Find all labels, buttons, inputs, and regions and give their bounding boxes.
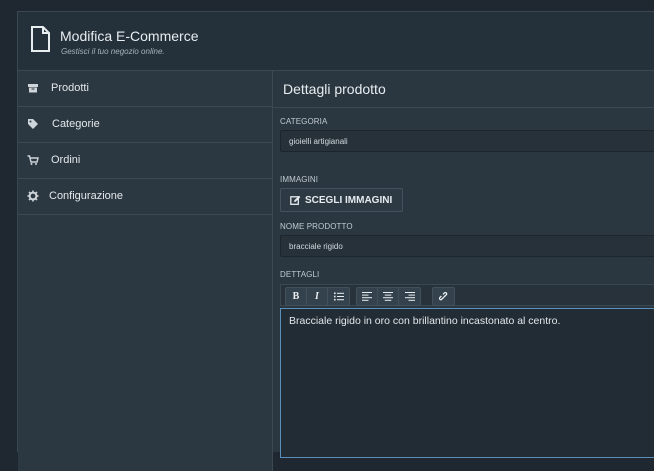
document-icon [31,26,50,52]
choose-images-label: SCEGLI IMMAGINI [305,194,393,206]
editor-toolbar: B I [280,284,654,306]
app-subtitle: Gestisci il tuo negozio online. [61,47,165,56]
align-right-button[interactable] [399,288,420,305]
edit-icon [290,195,301,205]
link-button[interactable] [433,288,454,305]
product-name-label: NOME PRODOTTO [280,222,353,231]
category-label: CATEGORIA [280,117,328,126]
sidebar-item-label: Ordini [51,154,81,166]
archive-icon [28,84,38,93]
cart-icon [27,155,39,165]
link-icon [438,291,447,300]
tags-icon [28,119,38,129]
align-left-button[interactable] [357,288,378,305]
details-label: DETTAGLI [280,270,320,279]
page-title: Dettagli prodotto [273,71,654,108]
choose-images-button[interactable]: SCEGLI IMMAGINI [280,188,403,212]
sidebar-item-label: Prodotti [51,82,89,94]
app-header: Modifica E-Commerce Gestisci il tuo nego… [18,12,654,71]
align-group [356,287,421,306]
italic-button[interactable]: I [307,288,328,305]
category-select[interactable]: gioielli artigianali [280,130,654,152]
sidebar-item-configurazione[interactable]: Configurazione [18,179,272,215]
align-center-icon [383,292,393,301]
main-panel: Dettagli prodotto CATEGORIA gioielli art… [273,71,654,471]
sidebar: Prodotti Categorie Ordini Configurazione [18,71,273,471]
bullet-list-button[interactable] [328,288,349,305]
sidebar-item-categorie[interactable]: Categorie [18,107,272,143]
align-left-icon [362,292,372,301]
link-group [432,287,455,306]
images-label: IMMAGINI [280,175,319,184]
sidebar-item-label: Configurazione [49,190,123,202]
product-name-input[interactable]: bracciale rigido [280,235,654,257]
align-center-button[interactable] [378,288,399,305]
sidebar-item-label: Categorie [52,118,100,130]
align-right-icon [404,292,415,301]
bold-button[interactable]: B [286,288,307,305]
format-group: B I [285,287,350,306]
gear-icon [27,190,39,202]
list-icon [333,292,344,301]
app-title: Modifica E-Commerce [60,28,199,44]
app-window: Modifica E-Commerce Gestisci il tuo nego… [17,11,654,471]
sidebar-item-ordini[interactable]: Ordini [18,143,272,179]
sidebar-item-prodotti[interactable]: Prodotti [18,71,272,107]
